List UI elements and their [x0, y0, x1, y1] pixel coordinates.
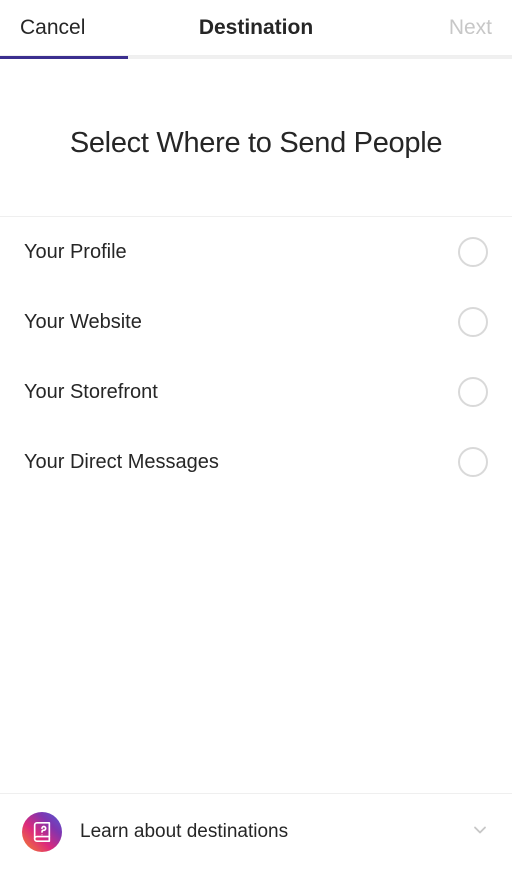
- progress-fill: [0, 56, 128, 59]
- page-title: Destination: [199, 16, 313, 40]
- option-label: Your Profile: [24, 241, 127, 264]
- hero-section: Select Where to Send People: [0, 59, 512, 216]
- cancel-button[interactable]: Cancel: [20, 16, 85, 40]
- radio-unchecked-icon[interactable]: [458, 307, 488, 337]
- learn-about-label: Learn about destinations: [80, 821, 452, 843]
- option-your-profile[interactable]: Your Profile: [0, 217, 512, 287]
- option-label: Your Direct Messages: [24, 451, 219, 474]
- hero-heading: Select Where to Send People: [24, 127, 488, 160]
- next-button[interactable]: Next: [449, 16, 492, 40]
- option-your-storefront[interactable]: Your Storefront: [0, 357, 512, 427]
- learn-about-footer[interactable]: Learn about destinations: [0, 793, 512, 876]
- radio-unchecked-icon[interactable]: [458, 237, 488, 267]
- header-bar: Cancel Destination Next: [0, 0, 512, 56]
- option-your-website[interactable]: Your Website: [0, 287, 512, 357]
- destination-list: Your Profile Your Website Your Storefron…: [0, 216, 512, 497]
- option-direct-messages[interactable]: Your Direct Messages: [0, 427, 512, 497]
- help-book-icon: [22, 812, 62, 852]
- progress-track: [0, 56, 512, 59]
- option-label: Your Storefront: [24, 381, 158, 404]
- radio-unchecked-icon[interactable]: [458, 377, 488, 407]
- chevron-down-icon: [470, 820, 490, 845]
- radio-unchecked-icon[interactable]: [458, 447, 488, 477]
- option-label: Your Website: [24, 311, 142, 334]
